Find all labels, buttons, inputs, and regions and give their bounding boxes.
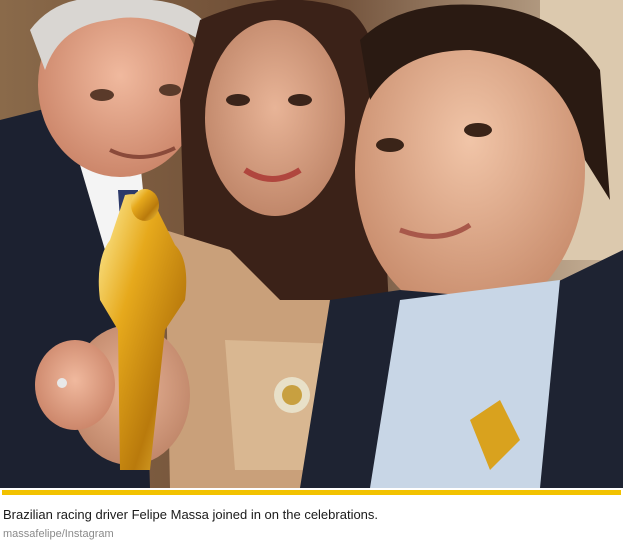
caption-accent-rule [2, 490, 621, 495]
photo-selfie-icon [0, 0, 623, 488]
photo-credit: massafelipe/Instagram [3, 528, 114, 540]
photo-caption: Brazilian racing driver Felipe Massa joi… [3, 507, 379, 522]
figure-photo [0, 0, 623, 488]
